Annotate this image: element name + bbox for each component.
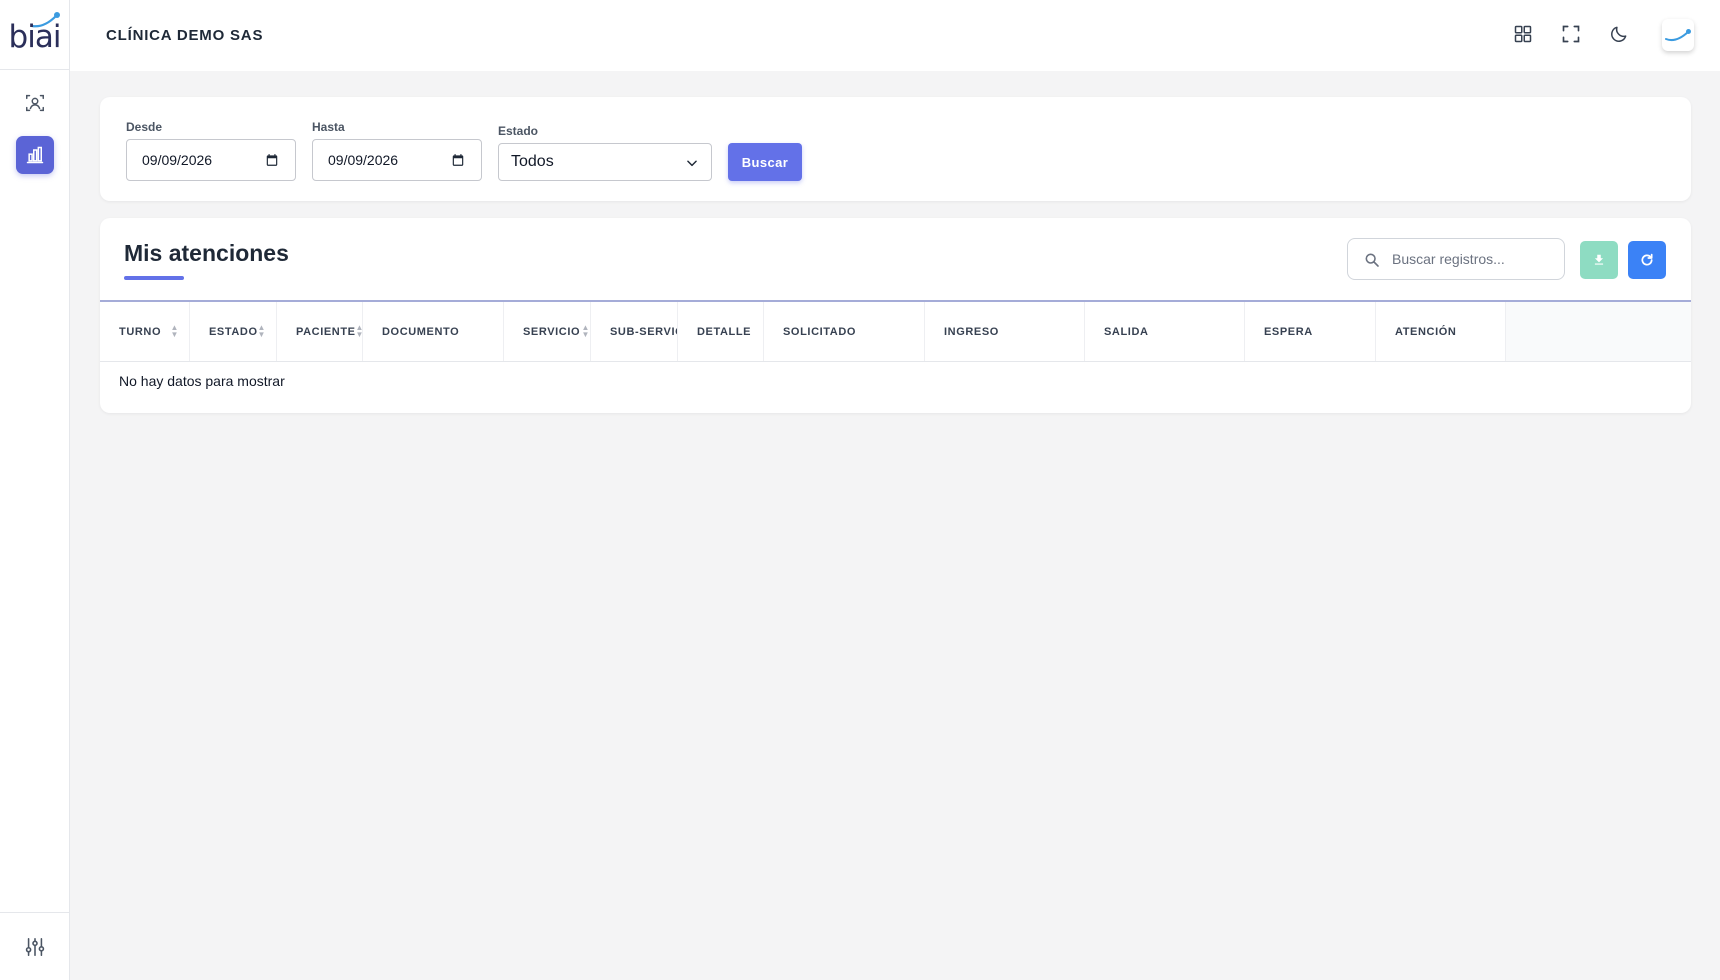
moon-icon [1611,26,1627,42]
avatar-swoosh-icon [1665,29,1691,42]
refresh-button[interactable] [1628,241,1666,279]
column-header-atencion[interactable]: ATENCIÓN [1376,302,1506,361]
column-header-espera[interactable]: ESPERA [1245,302,1376,361]
sort-icon[interactable]: ▲▼ [257,324,266,339]
chevron-down-icon [687,160,697,167]
column-header-servicio[interactable]: SERVICIO ▲ ▼ [504,302,591,361]
logo[interactable]: biai [0,0,69,70]
column-header-label: ATENCIÓN [1395,325,1457,338]
sidebar: biai [0,0,70,980]
user-avatar[interactable] [1662,19,1694,51]
search-icon [1365,253,1379,267]
hasta-date-input[interactable]: 09/09/2026 [312,139,482,181]
top-header: CLÍNICA DEMO SAS [70,0,1720,71]
column-header-salida[interactable]: SALIDA [1085,302,1245,361]
estado-label: Estado [498,124,539,138]
table-header-row: TURNO ▲▼ ESTADO ▲▼ PACIENTE ▲▼ DOCUMENTO… [100,300,1691,362]
column-header-documento[interactable]: DOCUMENTO [363,302,504,361]
sort-icon[interactable]: ▲▼ [581,324,590,339]
desde-date-value: 09/09/2026 [142,152,213,168]
sort-icon[interactable]: ▲▼ [355,324,362,339]
column-header-label: SERVICIO [523,325,581,338]
user-scan-icon [26,94,44,112]
column-header-estado[interactable]: ESTADO ▲ ▼ [190,302,277,361]
refresh-icon [1641,253,1653,266]
column-header-label: SUB-SERVICIO [610,325,677,338]
column-header-ingreso[interactable]: INGRESO [925,302,1085,361]
hasta-date-value: 09/09/2026 [328,152,399,168]
column-header-label: SALIDA [1104,325,1149,338]
settings-sliders-button[interactable] [0,912,69,980]
buscar-button[interactable]: Buscar [728,143,802,181]
download-button[interactable] [1580,241,1618,279]
column-header-label: ESTADO [209,325,258,338]
calendar-icon[interactable] [451,153,465,167]
sidebar-item-reports[interactable] [16,136,54,174]
empty-table-message: No hay datos para mostrar [119,373,285,389]
column-header-label: DETALLE [697,325,752,338]
column-header-paciente[interactable]: PACIENTE ▲▼ [277,302,363,361]
column-header-sub-servicio[interactable]: SUB-SERVICIO [591,302,678,361]
search-records-input[interactable]: Buscar registros... [1347,238,1565,280]
search-placeholder: Buscar registros... [1392,251,1505,267]
column-header-turno[interactable]: TURNO ▲ ▼ [100,302,190,361]
column-header-label: SOLICITADO [783,325,857,338]
desde-label: Desde [126,120,163,134]
title-underline [124,276,184,280]
logo-text: biai [8,18,62,55]
estado-selected-value: Todos [511,153,554,170]
fullscreen-icon [1562,25,1580,43]
calendar-icon[interactable] [265,153,279,167]
sliders-icon [25,937,44,956]
column-header-label: INGRESO [944,325,999,338]
column-header-label: ESPERA [1264,325,1313,338]
apps-grid-button[interactable] [1510,21,1536,47]
dark-mode-button[interactable] [1606,21,1632,47]
download-icon [1594,254,1604,265]
bar-chart-icon [26,146,44,164]
table-title: Mis atenciones [124,240,289,266]
filters-card: Desde 09/09/2026 Hasta 09/09/2026 Estado… [100,97,1691,201]
column-header-label: TURNO [119,325,162,338]
column-header-solicitado[interactable]: SOLICITADO [764,302,925,361]
atenciones-card: Mis atenciones Buscar registros... TURNO… [100,218,1691,413]
clinic-title: CLÍNICA DEMO SAS [106,27,264,44]
column-header-detalle[interactable]: DETALLE [678,302,764,361]
estado-select[interactable]: Todos [498,143,712,181]
fullscreen-button[interactable] [1558,21,1584,47]
column-header-label: PACIENTE [296,325,356,338]
grid-icon [1514,25,1532,43]
header-filler [1506,302,1691,361]
sidebar-item-user-scan[interactable] [16,84,54,122]
column-header-label: DOCUMENTO [382,325,460,338]
desde-date-input[interactable]: 09/09/2026 [126,139,296,181]
hasta-label: Hasta [312,120,345,134]
sort-icon[interactable]: ▲▼ [170,324,179,339]
